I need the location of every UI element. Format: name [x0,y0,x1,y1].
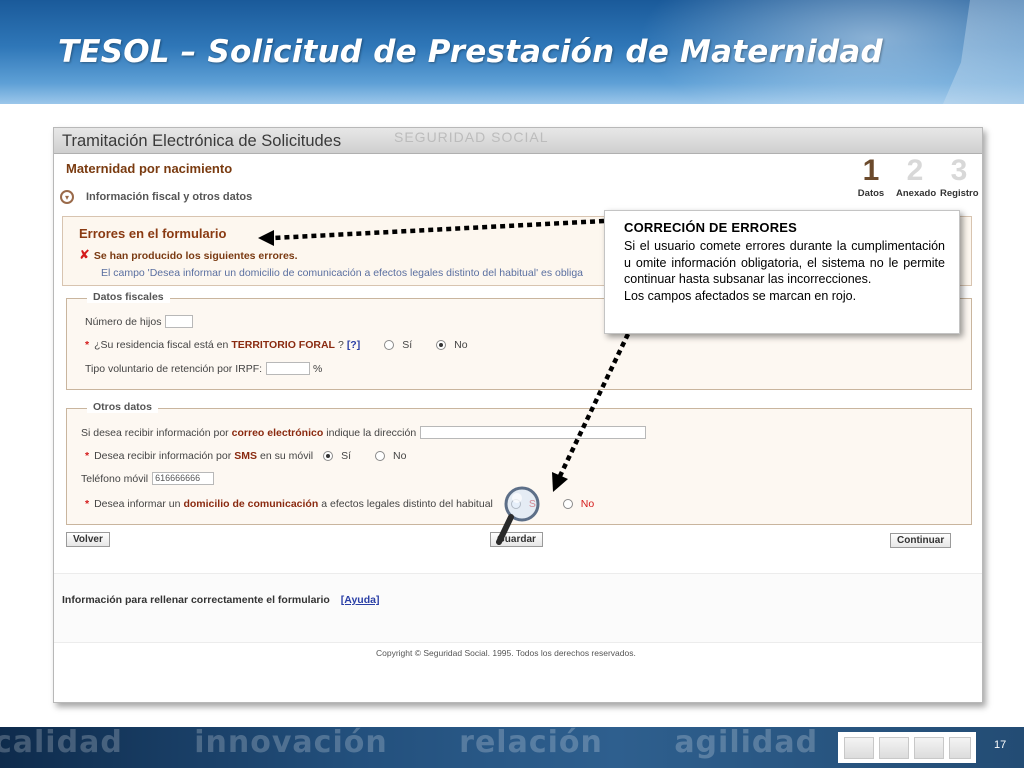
children-row: Número de hijos [85,315,194,328]
residence-no-radio[interactable] [436,340,447,350]
phone-row: Teléfono móvil 616666666 [81,472,215,485]
secretariat-logo [913,736,944,759]
step-anexado: 2 Anexado [896,154,937,199]
government-logos [838,732,976,763]
step-registro: 3 Registro [940,154,979,199]
step-label: Anexado [896,188,937,199]
sms-bold: SMS [234,450,258,462]
step-label: Registro [940,188,979,199]
errors-title: Errores en el formulario [79,226,227,241]
step-datos: 1 Datos [852,154,890,199]
residence-row: * ¿Su residencia fiscal está en TERRITOR… [85,339,468,351]
email-input[interactable] [420,426,647,439]
callout-last-line: Los campos afectados se marcan en rojo. [624,288,857,303]
question-mark: ? [337,339,344,351]
irpf-input[interactable] [266,362,311,375]
sms-prefix: Desea recibir información por [94,450,232,462]
footer-words: calidad innovación relación agilidad [0,727,878,760]
email-row: Si desea recibir información por correo … [81,426,647,439]
step-number: 2 [906,154,924,187]
required-asterisk: * [85,498,90,510]
copyright-text: Copyright © Seguridad Social. 1995. Todo… [376,648,636,658]
app-title: Tramitación Electrónica de Solicitudes [62,132,342,150]
callout-title: CORRECIÓN DE ERRORES [624,220,798,235]
footer-word: agilidad [674,727,819,760]
residence-prefix: ¿Su residencia fiscal está en [94,339,229,351]
required-asterisk: * [85,339,90,351]
address-no-radio[interactable] [562,499,573,509]
step-indicator: 1 Datos 2 Anexado 3 Registro [852,154,979,199]
section-label: Información fiscal y otros datos [86,191,253,203]
ministry-logo [878,736,909,759]
step-number: 1 [862,154,880,187]
help-band [54,573,982,643]
address-suffix: a efectos legales distinto del habitual [321,498,493,510]
footer-word: relación [459,727,603,760]
residence-yes-radio[interactable] [384,340,395,350]
address-no-label: No [580,498,595,510]
slide-title: TESOL – Solicitud de Prestación de Mater… [58,34,883,70]
app-title-bar: Tramitación Electrónica de Solicitudes S… [54,128,982,154]
help-line: Información para rellenar correctamente … [62,594,379,606]
sms-suffix: en su móvil [260,450,314,462]
continue-button[interactable]: Continuar [890,533,952,548]
email-bold: correo electrónico [231,426,324,439]
sms-no-radio[interactable] [375,451,386,461]
error-correction-callout: CORRECIÓN DE ERRORES Si el usuario comet… [604,210,960,334]
step-label: Datos [857,188,885,199]
address-prefix: Desea informar un [94,498,181,510]
sms-row: * Desea recibir información por SMS en s… [85,450,406,462]
section-header[interactable]: ▾ Información fiscal y otros datos [60,188,252,206]
address-bold: domicilio de comunicación [183,498,319,510]
footer-word: calidad [0,727,123,760]
fiscal-legend: Datos fiscales [87,291,170,303]
residence-bold: TERRITORIO FORAL [231,339,335,351]
other-legend: Otros datos [87,401,158,413]
app-faded-brand: SEGURIDAD SOCIAL [394,129,549,145]
children-label: Número de hijos [85,315,162,328]
collapse-circle-icon[interactable]: ▾ [60,190,74,204]
residence-help-link[interactable]: [?] [347,339,360,351]
sms-yes-label: Sí [341,450,352,462]
phone-label: Teléfono móvil [81,472,149,485]
callout-body: Si el usuario comete errores durante la … [624,239,945,286]
irpf-label: Tipo voluntario de retención por IRPF: [85,362,263,375]
email-prefix: Si desea recibir información por [81,426,229,439]
step-number: 3 [950,154,968,187]
form-title: Maternidad por nacimiento [66,161,233,176]
help-text: Información para rellenar correctamente … [62,594,330,606]
slide-number: 17 [994,739,1007,751]
slide-footer: calidad innovación relación agilidad 17 [0,727,1024,768]
irpf-unit: % [313,362,323,375]
sms-yes-radio[interactable] [323,451,334,461]
required-asterisk: * [85,450,90,462]
errors-subtitle: Se han producido los siguientes errores. [93,249,298,262]
sms-no-label: No [393,450,407,462]
footer-word: innovación [194,727,388,760]
error-x-icon: ✘ [79,248,90,263]
slide-header: TESOL – Solicitud de Prestación de Mater… [0,0,1024,104]
children-input[interactable] [165,315,194,328]
phone-input[interactable]: 616666666 [152,472,215,485]
email-suffix: indique la dirección [326,426,417,439]
government-seal-logo [843,736,874,759]
residence-yes-label: Sí [402,339,413,351]
irpf-row: Tipo voluntario de retención por IRPF: % [85,362,322,375]
residence-no-label: No [454,339,468,351]
magnifier-icon [496,486,540,545]
errors-subtitle-line: ✘ Se han producido los siguientes errore… [79,248,298,263]
errors-detail: El campo 'Desea informar un domicilio de… [101,267,584,279]
help-link[interactable]: [Ayuda] [341,594,380,606]
back-button[interactable]: Volver [66,532,110,547]
social-security-logo [948,736,971,759]
